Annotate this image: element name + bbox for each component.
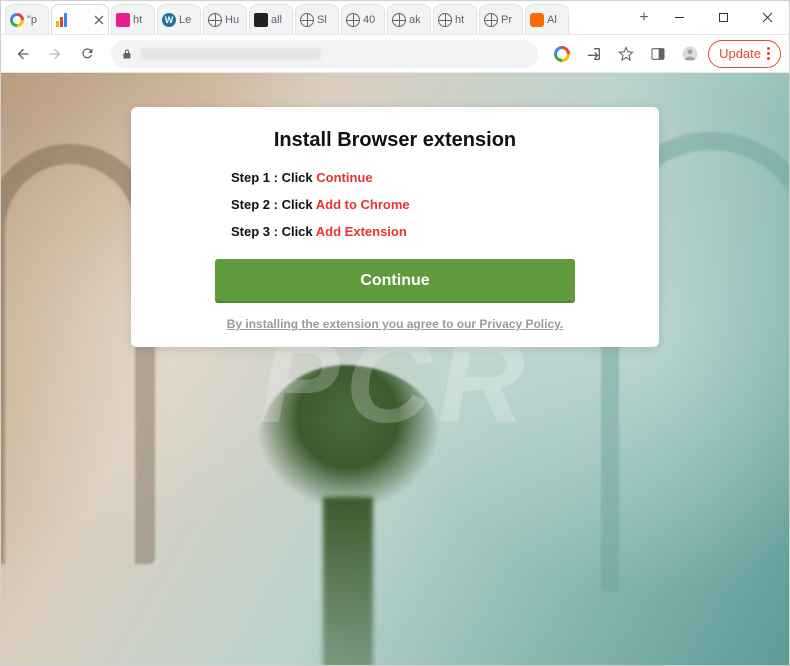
- tab-title: ht: [455, 14, 464, 26]
- modal-title: Install Browser extension: [171, 129, 619, 152]
- tab-title: Le: [179, 14, 191, 26]
- update-label: Update: [719, 46, 761, 61]
- step-prefix: Step 2 : Click: [231, 197, 316, 212]
- tab-favicon: [10, 13, 24, 27]
- tabstrip: "p ht WLe Hu all Sl 40 ak ht Pr Al: [1, 1, 631, 34]
- tab-title: ht: [133, 14, 142, 26]
- browser-tab[interactable]: 40: [341, 4, 385, 34]
- menu-dots-icon: [767, 47, 770, 60]
- tab-favicon: [392, 13, 406, 27]
- tab-title: Hu: [225, 14, 239, 26]
- update-button[interactable]: Update: [708, 40, 781, 68]
- browser-tab[interactable]: Al: [525, 4, 569, 34]
- continue-button[interactable]: Continue: [215, 259, 575, 303]
- toolbar: Update: [1, 35, 789, 73]
- step-highlight: Add to Chrome: [316, 197, 410, 212]
- url-text: [141, 48, 321, 60]
- browser-tab[interactable]: WLe: [157, 4, 201, 34]
- window-maximize-button[interactable]: [701, 2, 745, 34]
- browser-window: "p ht WLe Hu all Sl 40 ak ht Pr Al +: [0, 0, 790, 666]
- install-step: Step 2 : Click Add to Chrome: [231, 197, 619, 212]
- browser-tab[interactable]: Hu: [203, 4, 247, 34]
- install-step: Step 1 : Click Continue: [231, 170, 619, 185]
- reload-button[interactable]: [73, 40, 101, 68]
- titlebar: "p ht WLe Hu all Sl 40 ak ht Pr Al +: [1, 1, 789, 35]
- browser-tab[interactable]: "p: [5, 4, 49, 34]
- browser-tab[interactable]: [51, 4, 109, 34]
- google-shortcut-icon[interactable]: [548, 40, 576, 68]
- step-highlight: Continue: [316, 170, 372, 185]
- browser-tab[interactable]: ht: [111, 4, 155, 34]
- install-modal: Install Browser extension Step 1 : Click…: [131, 107, 659, 347]
- window-controls: [657, 1, 789, 34]
- tab-favicon: [56, 13, 70, 27]
- tab-title: ak: [409, 14, 421, 26]
- step-highlight: Add Extension: [316, 224, 407, 239]
- tab-favicon: [438, 13, 452, 27]
- tab-favicon: [208, 13, 222, 27]
- install-step: Step 3 : Click Add Extension: [231, 224, 619, 239]
- step-prefix: Step 3 : Click: [231, 224, 316, 239]
- bookmark-icon[interactable]: [612, 40, 640, 68]
- close-icon[interactable]: [94, 15, 104, 25]
- page-viewport: PCR Install Browser extension Step 1 : C…: [1, 73, 789, 665]
- new-tab-button[interactable]: +: [631, 5, 657, 31]
- step-prefix: Step 1 : Click: [231, 170, 316, 185]
- privacy-policy-link[interactable]: By installing the extension you agree to…: [171, 317, 619, 331]
- address-bar[interactable]: [111, 40, 538, 68]
- tab-favicon: [254, 13, 268, 27]
- tab-favicon: W: [162, 13, 176, 27]
- tab-favicon: [484, 13, 498, 27]
- tab-favicon: [530, 13, 544, 27]
- tab-favicon: [116, 13, 130, 27]
- tab-title: Al: [547, 14, 557, 26]
- profile-avatar-icon[interactable]: [676, 40, 704, 68]
- forward-button[interactable]: [41, 40, 69, 68]
- window-close-button[interactable]: [745, 2, 789, 34]
- share-icon[interactable]: [580, 40, 608, 68]
- tab-title: all: [271, 14, 282, 26]
- tab-favicon: [300, 13, 314, 27]
- browser-tab[interactable]: Pr: [479, 4, 523, 34]
- browser-tab[interactable]: ak: [387, 4, 431, 34]
- tab-favicon: [346, 13, 360, 27]
- browser-tab[interactable]: ht: [433, 4, 477, 34]
- side-panel-icon[interactable]: [644, 40, 672, 68]
- tab-title: Sl: [317, 14, 327, 26]
- lock-icon: [121, 48, 133, 60]
- back-button[interactable]: [9, 40, 37, 68]
- window-minimize-button[interactable]: [657, 2, 701, 34]
- browser-tab[interactable]: all: [249, 4, 293, 34]
- tab-title: Pr: [501, 14, 512, 26]
- tab-title: 40: [363, 14, 375, 26]
- browser-tab[interactable]: Sl: [295, 4, 339, 34]
- tab-title: "p: [27, 14, 37, 26]
- install-steps: Step 1 : Click ContinueStep 2 : Click Ad…: [171, 170, 619, 239]
